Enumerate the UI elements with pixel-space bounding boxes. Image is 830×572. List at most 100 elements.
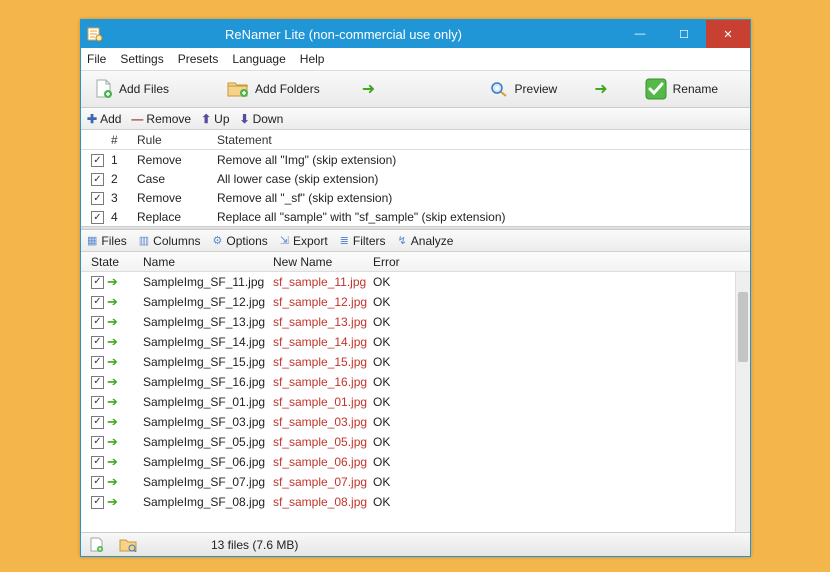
file-row[interactable]: ✓➔SampleImg_SF_13.jpgsf_sample_13.jpgOK — [81, 312, 735, 332]
file-row[interactable]: ✓➔SampleImg_SF_14.jpgsf_sample_14.jpgOK — [81, 332, 735, 352]
arrow-icon: ➔ — [107, 474, 118, 490]
arrow-icon: ➔ — [107, 494, 118, 510]
file-checkbox[interactable]: ✓ — [91, 416, 104, 429]
rule-row[interactable]: ✓4ReplaceReplace all "sample" with "sf_s… — [81, 207, 750, 226]
col-rule[interactable]: Rule — [137, 133, 217, 147]
rule-up-button[interactable]: ⬆Up — [201, 112, 229, 126]
preview-button[interactable]: Preview — [483, 78, 564, 100]
rule-checkbox[interactable]: ✓ — [91, 192, 104, 205]
arrow-icon: ➔ — [107, 354, 118, 370]
file-error: OK — [373, 335, 423, 349]
status-folder-icon[interactable] — [119, 538, 137, 552]
analyze-icon: ↯ — [398, 234, 407, 247]
rule-checkbox[interactable]: ✓ — [91, 154, 104, 167]
minus-icon: — — [131, 112, 143, 126]
files-list: ✓➔SampleImg_SF_11.jpgsf_sample_11.jpgOK✓… — [81, 272, 750, 532]
file-error: OK — [373, 435, 423, 449]
file-row[interactable]: ✓➔SampleImg_SF_08.jpgsf_sample_08.jpgOK — [81, 492, 735, 512]
menu-settings[interactable]: Settings — [120, 52, 163, 66]
file-checkbox[interactable]: ✓ — [91, 316, 104, 329]
file-row[interactable]: ✓➔SampleImg_SF_06.jpgsf_sample_06.jpgOK — [81, 452, 735, 472]
rule-remove-button[interactable]: —Remove — [131, 112, 191, 126]
rule-row[interactable]: ✓2CaseAll lower case (skip extension) — [81, 169, 750, 188]
add-folders-button[interactable]: Add Folders — [221, 78, 326, 100]
rule-num: 2 — [111, 172, 137, 186]
rule-num: 4 — [111, 210, 137, 224]
files-tab-filters[interactable]: ≣Filters — [340, 234, 386, 248]
minimize-button[interactable]: — — [618, 20, 662, 48]
file-name: SampleImg_SF_15.jpg — [143, 355, 273, 369]
file-row[interactable]: ✓➔SampleImg_SF_11.jpgsf_sample_11.jpgOK — [81, 272, 735, 292]
col-statement[interactable]: Statement — [217, 133, 740, 147]
arrow-icon: ➔ — [107, 454, 118, 470]
file-checkbox[interactable]: ✓ — [91, 496, 104, 509]
rule-down-button[interactable]: ⬇Down — [240, 112, 284, 126]
file-name: SampleImg_SF_06.jpg — [143, 455, 273, 469]
files-icon: ▦ — [87, 234, 97, 247]
add-files-button[interactable]: Add Files — [89, 77, 175, 101]
add-files-label: Add Files — [119, 82, 169, 96]
rule-add-button[interactable]: ✚Add — [87, 112, 121, 126]
scrollbar-thumb[interactable] — [738, 292, 748, 362]
files-tab-export[interactable]: ⇲Export — [280, 234, 328, 248]
file-row[interactable]: ✓➔SampleImg_SF_07.jpgsf_sample_07.jpgOK — [81, 472, 735, 492]
file-checkbox[interactable]: ✓ — [91, 336, 104, 349]
rename-label: Rename — [673, 82, 718, 96]
arrow-icon: ➔ — [107, 414, 118, 430]
rule-row[interactable]: ✓3RemoveRemove all "_sf" (skip extension… — [81, 188, 750, 207]
export-icon: ⇲ — [280, 234, 289, 247]
file-row[interactable]: ✓➔SampleImg_SF_05.jpgsf_sample_05.jpgOK — [81, 432, 735, 452]
file-checkbox[interactable]: ✓ — [91, 436, 104, 449]
menu-language[interactable]: Language — [232, 52, 285, 66]
col-error[interactable]: Error — [373, 255, 423, 269]
files-tab-analyze[interactable]: ↯Analyze — [398, 234, 454, 248]
file-row[interactable]: ✓➔SampleImg_SF_03.jpgsf_sample_03.jpgOK — [81, 412, 735, 432]
file-row[interactable]: ✓➔SampleImg_SF_16.jpgsf_sample_16.jpgOK — [81, 372, 735, 392]
down-icon: ⬇ — [240, 112, 250, 126]
files-tab-files[interactable]: ▦Files — [87, 234, 127, 248]
file-new-name: sf_sample_16.jpg — [273, 375, 373, 389]
rule-row[interactable]: ✓1RemoveRemove all "Img" (skip extension… — [81, 150, 750, 169]
file-row[interactable]: ✓➔SampleImg_SF_15.jpgsf_sample_15.jpgOK — [81, 352, 735, 372]
arrow-right-icon-2: ➜ — [594, 79, 607, 99]
rule-type: Replace — [137, 210, 217, 224]
menu-file[interactable]: File — [87, 52, 106, 66]
file-checkbox[interactable]: ✓ — [91, 396, 104, 409]
file-row[interactable]: ✓➔SampleImg_SF_01.jpgsf_sample_01.jpgOK — [81, 392, 735, 412]
rules-header: # Rule Statement — [81, 130, 750, 150]
col-newname[interactable]: New Name — [273, 255, 373, 269]
col-num[interactable]: # — [111, 133, 137, 147]
file-row[interactable]: ✓➔SampleImg_SF_12.jpgsf_sample_12.jpgOK — [81, 292, 735, 312]
rename-button[interactable]: Rename — [639, 76, 724, 102]
add-folders-label: Add Folders — [255, 82, 320, 96]
status-file-icon[interactable] — [89, 537, 105, 553]
file-checkbox[interactable]: ✓ — [91, 356, 104, 369]
col-name[interactable]: Name — [143, 255, 273, 269]
files-header: State Name New Name Error — [81, 252, 750, 272]
rule-checkbox[interactable]: ✓ — [91, 211, 104, 224]
col-state[interactable]: State — [91, 255, 143, 269]
file-error: OK — [373, 275, 423, 289]
file-checkbox[interactable]: ✓ — [91, 376, 104, 389]
file-checkbox[interactable]: ✓ — [91, 456, 104, 469]
file-new-name: sf_sample_11.jpg — [273, 275, 373, 289]
files-tab-options[interactable]: ⚙Options — [213, 234, 268, 248]
menu-help[interactable]: Help — [300, 52, 325, 66]
rules-list: ✓1RemoveRemove all "Img" (skip extension… — [81, 150, 750, 226]
rule-type: Remove — [137, 191, 217, 205]
rule-statement: All lower case (skip extension) — [217, 172, 740, 186]
file-name: SampleImg_SF_14.jpg — [143, 335, 273, 349]
maximize-button[interactable]: ☐ — [662, 20, 706, 48]
file-new-name: sf_sample_05.jpg — [273, 435, 373, 449]
rule-checkbox[interactable]: ✓ — [91, 173, 104, 186]
file-error: OK — [373, 475, 423, 489]
menu-presets[interactable]: Presets — [178, 52, 219, 66]
file-checkbox[interactable]: ✓ — [91, 296, 104, 309]
close-button[interactable]: ✕ — [706, 20, 750, 48]
rules-toolbar: ✚Add —Remove ⬆Up ⬇Down — [81, 108, 750, 130]
files-tab-columns[interactable]: ▥Columns — [139, 234, 201, 248]
file-checkbox[interactable]: ✓ — [91, 476, 104, 489]
vertical-scrollbar[interactable] — [735, 272, 750, 532]
file-checkbox[interactable]: ✓ — [91, 276, 104, 289]
options-icon: ⚙ — [213, 234, 223, 247]
